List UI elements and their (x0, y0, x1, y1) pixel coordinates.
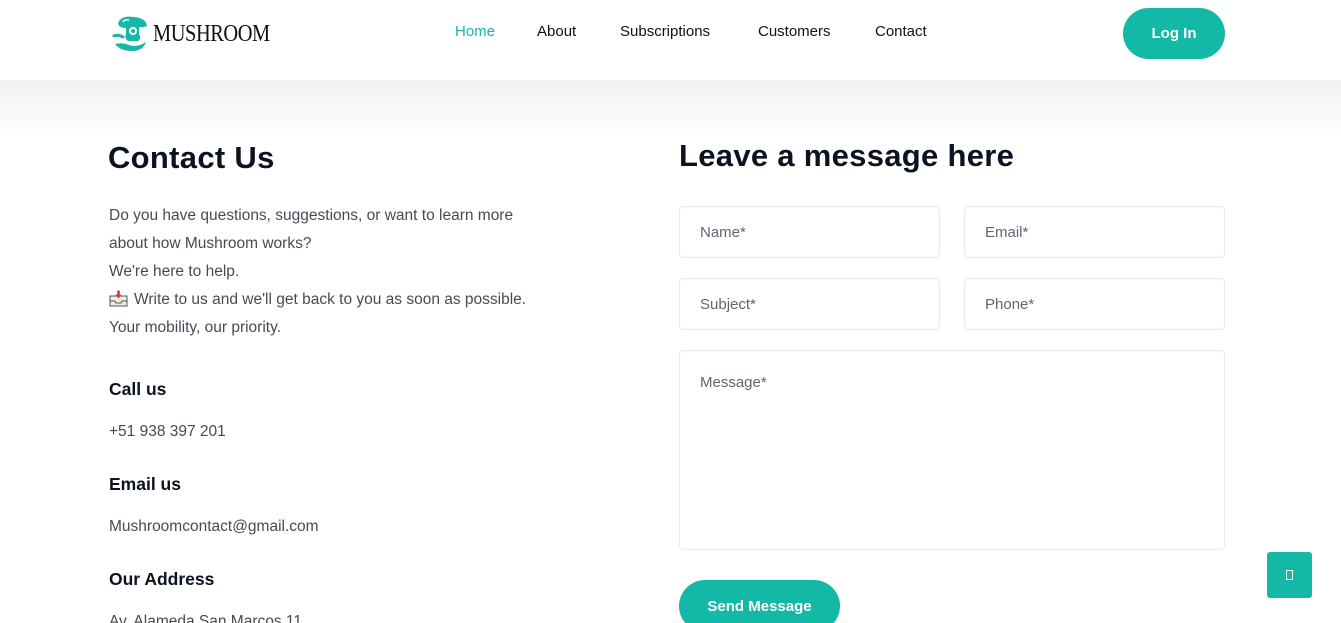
nav-item-subscriptions[interactable]: Subscriptions (620, 23, 710, 40)
site-header: MUSHROOM Home About Subscriptions Custom… (0, 0, 1341, 80)
mushroom-logo-icon (112, 16, 147, 51)
message-textarea[interactable] (679, 350, 1225, 550)
contact-title: Contact Us (108, 140, 275, 175)
email-address[interactable]: Mushroomcontact@gmail.com (109, 518, 319, 536)
scroll-to-top-button[interactable] (1267, 552, 1312, 598)
nav-item-contact[interactable]: Contact (875, 23, 927, 40)
login-button[interactable]: Log In (1123, 8, 1225, 59)
intro-line: Do you have questions, suggestions, or w… (109, 207, 514, 224)
email-input[interactable] (964, 206, 1225, 258)
brand-logo[interactable]: MUSHROOM (112, 14, 290, 54)
nav-item-home[interactable]: Home (455, 23, 495, 40)
arrow-up-icon (1286, 570, 1293, 580)
name-input[interactable] (679, 206, 940, 258)
phone-input[interactable] (964, 278, 1225, 330)
nav-item-customers[interactable]: Customers (758, 23, 831, 40)
inbox-tray-icon (109, 290, 128, 307)
phone-number[interactable]: +51 938 397 201 (109, 423, 226, 441)
contact-intro: Do you have questions, suggestions, or w… (109, 202, 589, 342)
send-message-button[interactable]: Send Message (679, 580, 840, 623)
our-address-title: Our Address (109, 569, 215, 589)
header-shadow (0, 80, 1341, 140)
intro-line: We're here to help. (109, 263, 240, 280)
call-us-title: Call us (109, 379, 167, 399)
intro-line: about how Mushroom works? (109, 235, 312, 252)
intro-line-with-icon: Write to us and we'll get back to you as… (109, 286, 589, 314)
nav-item-about[interactable]: About (537, 23, 576, 40)
street-address: Av. Alameda San Marcos 11 (109, 613, 302, 623)
intro-line-text: Write to us and we'll get back to you as… (134, 291, 527, 308)
form-title: Leave a message here (679, 138, 1015, 173)
brand-name: MUSHROOM (153, 20, 270, 47)
email-us-title: Email us (109, 474, 181, 494)
subject-input[interactable] (679, 278, 940, 330)
intro-line: Your mobility, our priority. (109, 319, 281, 336)
